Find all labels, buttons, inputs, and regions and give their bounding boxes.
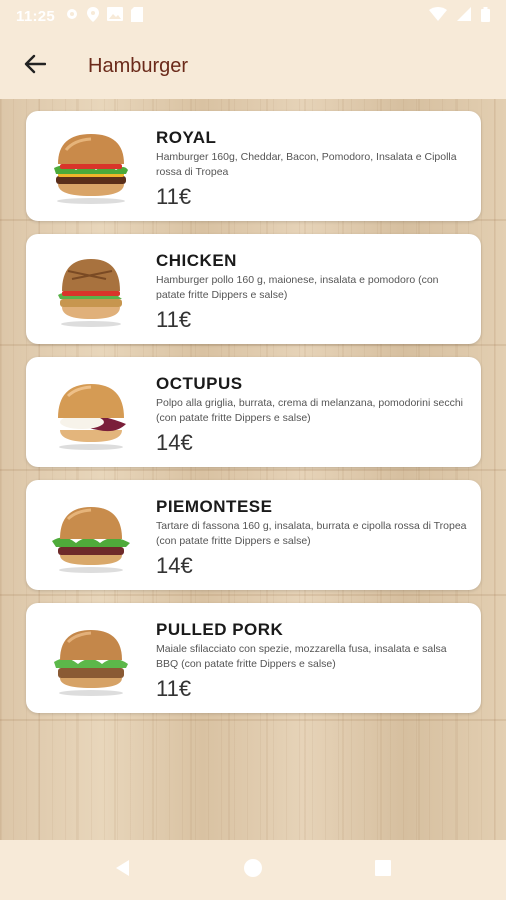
- list-item[interactable]: OCTUPUS Polpo alla griglia, burrata, cre…: [26, 357, 481, 467]
- burger-image: [26, 480, 156, 590]
- sd-card-icon: [131, 6, 144, 27]
- status-bar: 11:25: [0, 0, 506, 33]
- burger-image: [26, 234, 156, 344]
- list-item[interactable]: CHICKEN Hamburger pollo 160 g, maionese,…: [26, 234, 481, 344]
- item-name: OCTUPUS: [156, 374, 243, 393]
- gear-icon: [65, 7, 79, 26]
- burger-image: [26, 603, 156, 713]
- status-time: 11:25: [16, 8, 56, 25]
- page-title: Hamburger: [88, 54, 189, 77]
- item-description: Maiale sfilacciato con spezie, mozzarell…: [156, 643, 447, 670]
- back-button[interactable]: [0, 33, 70, 99]
- recents-square-icon[interactable]: [373, 858, 393, 883]
- item-price: 14€: [156, 553, 193, 578]
- back-triangle-icon[interactable]: [113, 858, 133, 883]
- item-price: 11€: [156, 676, 192, 701]
- menu-list[interactable]: ROYAL Hamburger 160g, Cheddar, Bacon, Po…: [0, 99, 506, 840]
- signal-icon: [457, 7, 471, 26]
- item-name: PULLED PORK: [156, 620, 284, 639]
- list-item[interactable]: ROYAL Hamburger 160g, Cheddar, Bacon, Po…: [26, 111, 481, 221]
- item-price: 11€: [156, 184, 192, 209]
- burger-image: [26, 357, 156, 467]
- item-price: 14€: [156, 430, 193, 455]
- list-item[interactable]: PULLED PORK Maiale sfilacciato con spezi…: [26, 603, 481, 713]
- item-name: CHICKEN: [156, 251, 237, 270]
- home-circle-icon[interactable]: [243, 858, 263, 883]
- item-description: Polpo alla griglia, burrata, crema di me…: [156, 397, 463, 424]
- item-name: PIEMONTESE: [156, 497, 273, 516]
- system-nav-bar: [0, 840, 506, 900]
- item-description: Hamburger pollo 160 g, maionese, insalat…: [156, 274, 439, 301]
- image-icon: [107, 7, 124, 26]
- app-bar: Hamburger: [0, 33, 506, 99]
- arrow-left-icon: [24, 54, 47, 79]
- burger-image: [26, 111, 156, 221]
- wifi-icon: [429, 7, 447, 26]
- battery-icon: [481, 6, 490, 27]
- item-description: Hamburger 160g, Cheddar, Bacon, Pomodoro…: [156, 151, 457, 178]
- item-description: Tartare di fassona 160 g, insalata, burr…: [156, 520, 467, 547]
- location-icon: [87, 6, 100, 27]
- item-name: ROYAL: [156, 128, 217, 147]
- list-item[interactable]: PIEMONTESE Tartare di fassona 160 g, ins…: [26, 480, 481, 590]
- item-price: 11€: [156, 307, 192, 332]
